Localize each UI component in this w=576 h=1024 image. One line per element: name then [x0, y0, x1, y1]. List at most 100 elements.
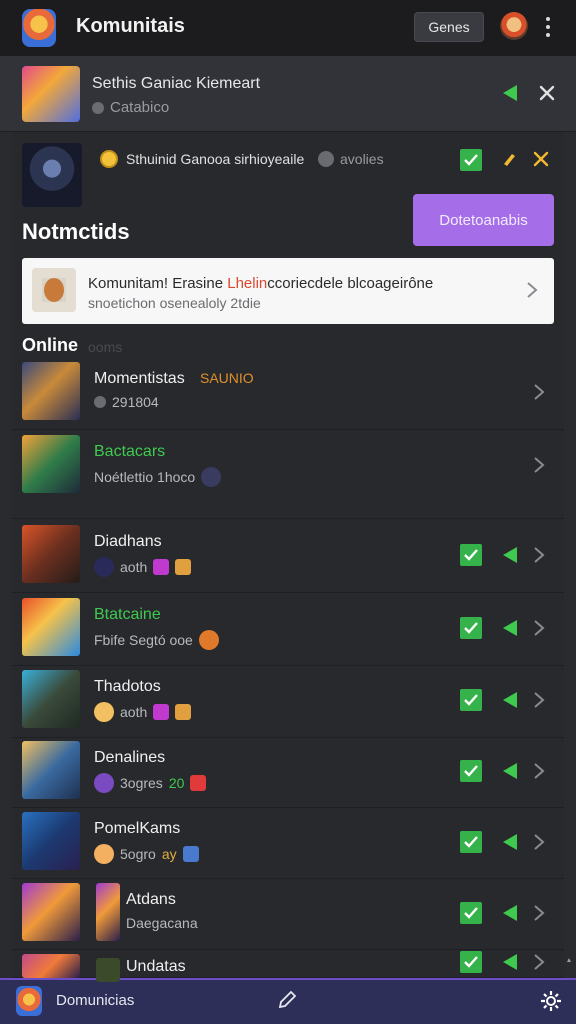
game-badge-icon — [94, 702, 114, 722]
friend-name: Bactacars — [94, 443, 166, 460]
friend-game-thumbnail — [22, 435, 80, 493]
notification-line1: Komunitam! Erasine Lhelinccoriecdele blc… — [88, 275, 433, 292]
speaker-icon[interactable] — [500, 951, 522, 973]
chevron-right-icon[interactable] — [532, 833, 546, 851]
friend-status-text: Daegacana — [126, 915, 198, 931]
friend-status-tag: 20 — [168, 775, 185, 791]
app-logo[interactable] — [22, 9, 56, 47]
checkbox-icon[interactable] — [460, 617, 482, 639]
chevron-right-icon[interactable] — [532, 953, 546, 971]
friend-status-tag: ay — [161, 846, 177, 862]
friend-game-thumbnail — [22, 883, 80, 941]
game-badge-icon — [201, 467, 222, 487]
gold-badge-icon — [100, 150, 118, 168]
pencil-icon[interactable] — [276, 989, 298, 1011]
friend-status-text: Noétlettio 1hoco — [94, 469, 196, 485]
speaker-icon[interactable] — [500, 544, 522, 566]
game-badge-icon — [182, 846, 199, 862]
friend-name: Thadotos — [94, 678, 161, 695]
gear-icon[interactable] — [540, 990, 562, 1012]
bottom-app-logo[interactable] — [16, 986, 42, 1016]
notification-line2: snoetichon osenealoly 2tdie — [88, 295, 261, 311]
game-badge-icon — [153, 704, 170, 720]
game-badge-icon — [175, 559, 192, 575]
location-icon — [92, 101, 104, 114]
online-label: Online — [22, 335, 79, 355]
featured-thumbnail[interactable] — [22, 143, 82, 207]
user-avatar[interactable] — [500, 12, 528, 40]
friend-status: Daegacana — [126, 915, 198, 931]
friend-game-thumbnail — [96, 883, 120, 941]
friend-game-thumbnail — [22, 525, 80, 583]
chevron-right-icon[interactable] — [532, 762, 546, 780]
friend-name: Diadhans — [94, 533, 162, 550]
section-title: Notmctids — [22, 219, 130, 244]
featured-status: avolies — [318, 151, 384, 167]
friend-game-thumbnail — [22, 362, 80, 420]
speaker-icon[interactable] — [500, 902, 522, 924]
game-badge-icon — [190, 775, 207, 791]
friend-status: aoth — [94, 557, 192, 577]
more-options-icon[interactable] — [540, 14, 556, 40]
friend-game-thumbnail — [22, 598, 80, 656]
friend-avatar — [96, 958, 120, 982]
friend-name: PomelKams — [94, 820, 181, 837]
now-playing-subtitle: Catabico — [92, 99, 169, 116]
friend-name: Btatcaine — [94, 606, 161, 623]
now-playing-title: Sethis Ganiac Kiemeart — [92, 75, 261, 92]
checkbox-icon[interactable] — [460, 544, 482, 566]
friend-tag: SAUNIO — [200, 370, 254, 386]
chevron-right-icon[interactable] — [532, 383, 546, 401]
checkbox-icon[interactable] — [460, 902, 482, 924]
notification-card[interactable]: Komunitam! Erasine Lhelinccoriecdele blc… — [22, 258, 554, 324]
chevron-right-icon[interactable] — [532, 546, 546, 564]
speaker-icon[interactable] — [500, 617, 522, 639]
checkbox-icon[interactable] — [460, 951, 482, 973]
friend-name: Denalines — [94, 749, 166, 766]
chevron-right-icon[interactable] — [532, 691, 546, 709]
speaker-icon[interactable] — [500, 760, 522, 782]
friend-status: Fbife Segtó ooe — [94, 630, 219, 650]
edit-icon[interactable] — [500, 150, 518, 168]
chevron-right-icon[interactable] — [532, 904, 546, 922]
games-button[interactable]: Genes — [414, 12, 484, 42]
location-icon — [94, 396, 106, 408]
checkbox-icon[interactable] — [460, 831, 482, 853]
scrollbar[interactable] — [566, 132, 572, 978]
checkbox-icon[interactable] — [460, 689, 482, 711]
friend-status: 5ogro ay — [94, 844, 199, 864]
friend-status-text: aoth — [120, 704, 148, 720]
primary-action-button[interactable]: Dotetoanabis — [413, 194, 554, 246]
notification-line1-suffix: ccoriecdele blcoageirône — [267, 275, 434, 292]
now-playing-bar[interactable] — [0, 56, 576, 132]
friend-status: aoth — [94, 702, 192, 722]
speaker-icon[interactable] — [500, 689, 522, 711]
app-title: Komunitais — [76, 15, 185, 37]
speaker-icon[interactable] — [500, 831, 522, 853]
chevron-right-icon[interactable] — [524, 280, 540, 300]
friend-status: 3ogres 20 — [94, 773, 207, 793]
chevron-right-icon[interactable] — [532, 619, 546, 637]
checkbox-icon[interactable] — [460, 149, 482, 171]
friend-status-text: 3ogres — [120, 775, 163, 791]
close-icon[interactable] — [538, 84, 556, 102]
game-badge-icon — [94, 557, 114, 577]
game-badge-icon — [94, 844, 114, 864]
chevron-right-icon[interactable] — [532, 456, 546, 474]
featured-status-text: avolies — [340, 151, 384, 167]
status-circle-icon — [318, 151, 334, 167]
featured-text: Sthuinid Ganooa sirhioyeaile — [126, 151, 305, 167]
now-playing-thumbnail — [22, 66, 80, 122]
friend-status-text: Fbife Segtó ooe — [94, 632, 193, 648]
friend-game-thumbnail — [22, 954, 80, 978]
game-badge-icon — [198, 630, 219, 650]
friend-name: Momentistas — [94, 370, 185, 387]
dismiss-icon[interactable] — [532, 150, 550, 168]
speaker-icon[interactable] — [500, 82, 522, 104]
checkbox-icon[interactable] — [460, 760, 482, 782]
friend-game-thumbnail — [22, 670, 80, 728]
online-count: ooms — [88, 339, 123, 355]
now-playing-subtitle-text: Catabico — [110, 99, 170, 116]
bottom-title: Domunicias — [56, 992, 135, 1009]
friend-name: Atdans — [126, 891, 176, 908]
